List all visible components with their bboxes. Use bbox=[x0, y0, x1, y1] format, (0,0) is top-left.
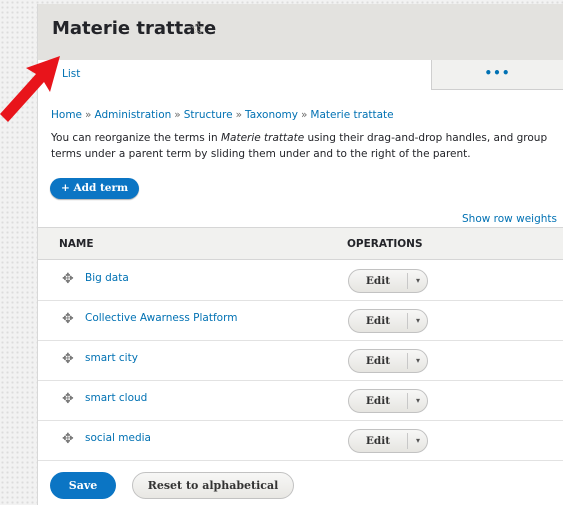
show-row-weights-link[interactable]: Show row weights bbox=[462, 213, 557, 225]
help-text-part1: You can reorganize the terms in bbox=[51, 132, 221, 144]
edit-button[interactable]: Edit bbox=[349, 390, 407, 412]
term-link[interactable]: Big data bbox=[85, 272, 129, 284]
drag-handle-icon[interactable]: ✥ bbox=[62, 432, 74, 446]
save-button[interactable]: Save bbox=[50, 472, 116, 499]
table-row: ✥ Big data Edit ▾ bbox=[38, 260, 563, 301]
edit-button[interactable]: Edit bbox=[349, 270, 407, 292]
breadcrumb-administration[interactable]: Administration bbox=[94, 109, 171, 121]
breadcrumb-separator: » bbox=[300, 109, 308, 121]
drag-handle-icon[interactable]: ✥ bbox=[62, 352, 74, 366]
help-text-vocabulary: Materie trattate bbox=[220, 132, 305, 144]
tab-more-button[interactable]: ••• bbox=[431, 60, 563, 90]
breadcrumb-structure[interactable]: Structure bbox=[184, 109, 233, 121]
tab-list[interactable]: List bbox=[38, 60, 431, 92]
table-header: NAME OPERATIONS bbox=[38, 227, 563, 260]
star-outline-icon[interactable]: ☆ bbox=[190, 19, 205, 39]
term-link[interactable]: Collective Awarness Platform bbox=[85, 312, 237, 324]
reset-alphabetical-button[interactable]: Reset to alphabetical bbox=[132, 472, 294, 499]
term-link[interactable]: smart city bbox=[85, 352, 138, 364]
chevron-down-icon[interactable]: ▾ bbox=[407, 393, 428, 409]
red-arrow-annotation bbox=[0, 56, 60, 122]
breadcrumb-separator: » bbox=[174, 109, 181, 121]
add-term-button[interactable]: + Add term bbox=[50, 178, 140, 199]
breadcrumb-current[interactable]: Materie trattate bbox=[310, 109, 393, 121]
term-link[interactable]: social media bbox=[85, 432, 151, 444]
breadcrumb-taxonomy[interactable]: Taxonomy bbox=[245, 109, 298, 121]
table-row: ✥ smart city Edit ▾ bbox=[38, 340, 563, 381]
chevron-down-icon[interactable]: ▾ bbox=[407, 353, 428, 369]
content-panel: Materie trattate ☆ List ••• Home» Adminis… bbox=[37, 4, 563, 505]
page-header: Materie trattate ☆ bbox=[38, 4, 563, 61]
operations-dropbutton: Edit ▾ bbox=[348, 389, 428, 413]
chevron-down-icon[interactable]: ▾ bbox=[407, 433, 428, 449]
operations-dropbutton: Edit ▾ bbox=[348, 429, 428, 453]
term-link[interactable]: smart cloud bbox=[85, 392, 147, 404]
operations-dropbutton: Edit ▾ bbox=[348, 349, 428, 373]
edit-button[interactable]: Edit bbox=[349, 350, 407, 372]
drag-handle-icon[interactable]: ✥ bbox=[62, 272, 74, 286]
table-row: ✥ smart cloud Edit ▾ bbox=[38, 380, 563, 421]
arrow-shape bbox=[0, 56, 60, 122]
breadcrumb: Home» Administration» Structure» Taxonomy» M… bbox=[51, 109, 394, 121]
drag-handle-icon[interactable]: ✥ bbox=[62, 392, 74, 406]
operations-dropbutton: Edit ▾ bbox=[348, 269, 428, 293]
chevron-down-icon[interactable]: ▾ bbox=[407, 313, 428, 329]
operations-dropbutton: Edit ▾ bbox=[348, 309, 428, 333]
breadcrumb-separator: » bbox=[85, 109, 92, 121]
breadcrumb-separator: » bbox=[235, 109, 243, 121]
table-row: ✥ social media Edit ▾ bbox=[38, 420, 563, 461]
tab-bar: List ••• bbox=[38, 60, 563, 92]
column-header-operations: OPERATIONS bbox=[347, 238, 423, 250]
column-header-name: NAME bbox=[59, 238, 94, 250]
tab-list-label: List bbox=[62, 68, 81, 80]
help-text: You can reorganize the terms in Materie … bbox=[51, 130, 559, 162]
drag-handle-icon[interactable]: ✥ bbox=[62, 312, 74, 326]
table-row: ✥ Collective Awarness Platform Edit ▾ bbox=[38, 300, 563, 341]
chevron-down-icon[interactable]: ▾ bbox=[407, 273, 428, 289]
edit-button[interactable]: Edit bbox=[349, 310, 407, 332]
edit-button[interactable]: Edit bbox=[349, 430, 407, 452]
